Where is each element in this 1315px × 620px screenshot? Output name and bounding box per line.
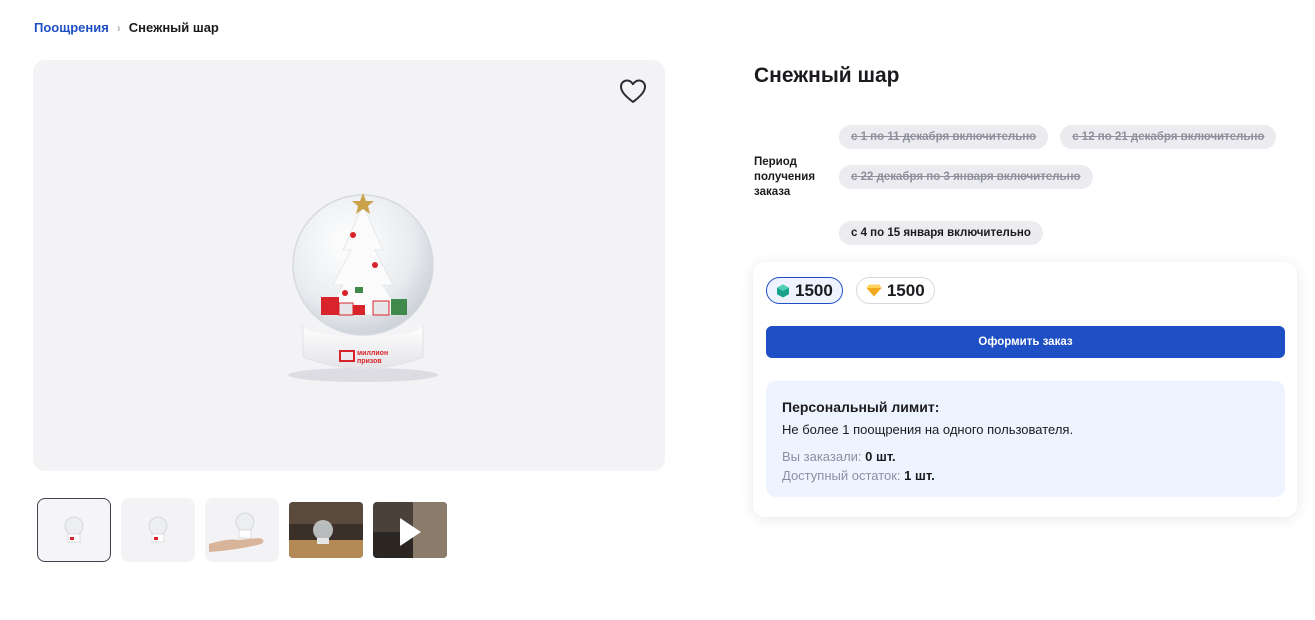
personal-limit-box: Персональный лимит: Не более 1 поощрения… [766,381,1285,497]
breadcrumb-separator-icon: › [116,20,121,35]
main-product-image[interactable]: миллион призов [33,60,665,471]
period-label: Период получения заказа [754,156,816,198]
brand-text-line2: призов [357,358,382,365]
thumbnail-1[interactable] [37,498,111,562]
thumbnail-strip [37,498,447,562]
gold-diamond-icon [866,284,882,297]
price-value-diamonds: 1500 [886,280,925,300]
period-options: с 1 по 11 декабря включительно с 12 по 2… [839,125,1279,245]
heart-icon[interactable] [619,78,647,106]
price-option-diamonds[interactable]: 1500 [855,277,935,304]
brand-text-line1: миллион [357,350,388,357]
price-option-gems[interactable]: 1500 [766,277,843,304]
price-options: 1500 1500 [766,277,935,304]
photo-thumb-icon [289,502,363,558]
breadcrumb-link-rewards[interactable]: Поощрения [34,20,109,35]
ordered-value: 0 шт. [865,449,896,464]
thumbnail-4[interactable] [289,502,363,558]
thumbnail-3[interactable] [205,498,279,562]
remaining-row: Доступный остаток: 1 шт. [782,468,1269,483]
snow-globe-thumb-icon [64,516,84,543]
period-chip-4[interactable]: с 4 по 15 января включительно [839,221,1043,245]
period-chip-2: с 12 по 21 декабря включительно [1060,125,1277,149]
thumbnail-2[interactable] [121,498,195,562]
video-thumb-icon [373,502,447,558]
breadcrumb-current: Снежный шар [128,20,219,35]
period-chip-3: с 22 декабря по 3 января включительно [839,165,1093,189]
thumbnail-5[interactable] [373,502,447,558]
remaining-label: Доступный остаток: [782,468,901,483]
remaining-value: 1 шт. [904,468,935,483]
period-chip-1: с 1 по 11 декабря включительно [839,125,1049,149]
product-title: Снежный шар [754,64,900,87]
order-card: 1500 1500 Оформить заказ Персональный ли… [753,262,1297,517]
price-value-gems: 1500 [795,280,833,300]
limit-text: Не более 1 поощрения на одного пользоват… [782,422,1074,437]
snow-globe-image: миллион призов [288,193,438,382]
snow-globe-in-hand-icon [209,512,264,552]
limit-title: Персональный лимит: [782,399,940,415]
teal-gem-icon [777,284,789,297]
breadcrumb: Поощрения › Снежный шар [34,20,219,35]
ordered-row: Вы заказали: 0 шт. [782,449,1269,464]
place-order-button[interactable]: Оформить заказ [766,326,1285,358]
ordered-label: Вы заказали: [782,449,862,464]
snow-globe-thumb-icon [148,516,168,543]
